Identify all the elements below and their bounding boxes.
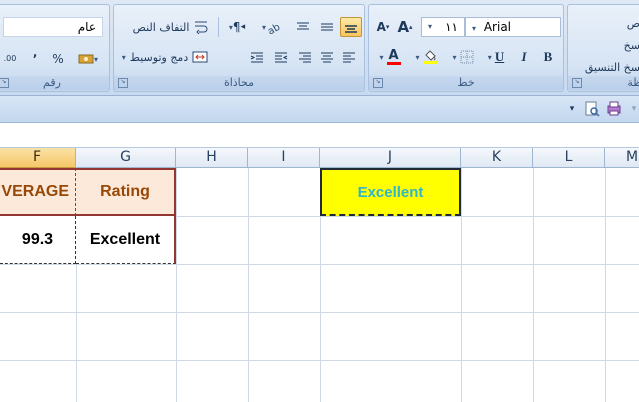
merge-center-label: دمج وتوسيط <box>129 50 189 64</box>
text-direction-button[interactable]: ▾ ¶ ◂ <box>222 17 252 37</box>
number-format-select[interactable]: عام <box>3 17 103 37</box>
grid-hline <box>0 312 639 313</box>
number-dialog-launcher[interactable]: ↘ <box>0 78 9 88</box>
borders-button[interactable]: ▾ <box>447 47 479 67</box>
alignment-group: التفاف النص ▾ ¶ ◂ ▾ ab دمج وتوسيط ▾ محاذ… <box>113 4 365 92</box>
font-name-value: Arial <box>483 20 512 34</box>
wrap-text-button[interactable]: التفاف النص <box>130 17 212 37</box>
decrease-indent-button[interactable] <box>270 47 292 67</box>
svg-text:ab: ab <box>266 22 282 34</box>
font-name-dropdown-icon[interactable]: ▾ <box>472 24 476 33</box>
orientation-button[interactable]: ▾ ab <box>256 17 288 37</box>
formula-bar[interactable] <box>0 123 639 148</box>
accounting-format-icon[interactable]: ▾ <box>77 49 99 69</box>
column-header-j[interactable]: J <box>320 148 461 168</box>
align-top-button[interactable] <box>292 17 314 37</box>
wrap-text-label: التفاف النص <box>132 20 190 34</box>
align-middle-button[interactable] <box>316 17 338 37</box>
grid-vline <box>605 168 606 402</box>
bold-button[interactable]: B <box>537 47 559 67</box>
grid-vline <box>461 168 462 402</box>
font-size-select[interactable]: ▾ ١١ <box>421 17 465 37</box>
quick-print-icon[interactable] <box>604 99 624 119</box>
fill-color-swatch <box>422 61 437 64</box>
clipboard-group: ص سخ سخ التنسيق ظة ↘ <box>567 4 639 92</box>
decrease-decimal-label: .00 <box>3 54 17 63</box>
column-header-k[interactable]: K <box>461 148 533 168</box>
alignment-dialog-launcher[interactable]: ↘ <box>118 78 128 88</box>
font-color-swatch <box>386 61 401 65</box>
font-group-label: خط <box>369 76 563 90</box>
cell-j-value[interactable]: Excellent <box>320 168 461 216</box>
column-header-i[interactable]: I <box>248 148 320 168</box>
ribbon: عام ▾ % ٬ .00 رقم ↘ التفاف النص ▾ ¶ ◂ ▾ ab <box>0 0 639 96</box>
cell-g-header[interactable]: Rating <box>76 168 176 216</box>
number-group-label: رقم <box>0 76 109 90</box>
underline-label: U <box>494 49 505 64</box>
cell-f-header[interactable]: VERAGE <box>0 168 76 216</box>
align-center-button[interactable] <box>316 47 338 67</box>
fill-color-button[interactable]: ▾ <box>409 47 443 67</box>
cut-button[interactable]: ص <box>568 13 639 33</box>
font-color-dropdown-icon[interactable]: ▾ <box>379 53 383 62</box>
column-header-l[interactable]: L <box>533 148 605 168</box>
grow-font-label: A <box>376 20 386 34</box>
clipboard-group-label-text: ظة <box>627 76 639 89</box>
percent-style-button[interactable]: % <box>47 49 69 69</box>
align-left-button[interactable] <box>338 47 360 67</box>
clipboard-dialog-launcher[interactable]: ↘ <box>572 78 582 88</box>
copy-button[interactable]: سخ <box>568 35 639 55</box>
align-right-button[interactable] <box>294 47 316 67</box>
font-color-button[interactable]: ▾ A <box>373 47 407 67</box>
shrink-font-button[interactable]: A ▴ <box>395 17 415 37</box>
italic-button[interactable]: I <box>513 47 535 67</box>
toolbar-overflow-icon[interactable]: ▾ <box>624 99 639 119</box>
grid-hline <box>0 360 639 361</box>
orientation-icon: ab <box>266 22 282 34</box>
font-size-dropdown-icon[interactable]: ▾ <box>428 18 432 36</box>
borders-icon <box>460 50 473 64</box>
column-header-g[interactable]: G <box>76 148 176 168</box>
grow-font-button[interactable]: A ▾ <box>373 17 393 37</box>
column-header-m[interactable]: M <box>605 148 639 168</box>
font-color-label: A <box>388 47 399 63</box>
quick-access-toolbar: ▾ ▾ <box>0 96 639 123</box>
alignment-group-label: محاذاة <box>114 76 364 90</box>
increase-indent-button[interactable] <box>246 47 268 67</box>
font-size-value: ١١ <box>445 20 458 34</box>
font-group: A ▾ A ▴ ▾ ١١ ▾ Arial ▾ A ▾ ▾ ▾ U I B خط … <box>368 4 564 92</box>
wrap-text-icon <box>195 21 208 34</box>
cell-g-value[interactable]: Excellent <box>76 216 176 264</box>
quick-access-dropdown-icon[interactable]: ▾ <box>562 99 582 119</box>
grid-vline <box>248 168 249 402</box>
column-header-f[interactable]: F <box>0 148 76 168</box>
grid-vline <box>533 168 534 402</box>
font-dialog-launcher[interactable]: ↘ <box>373 78 383 88</box>
align-bottom-button[interactable] <box>340 17 362 37</box>
grid-hline <box>0 264 639 265</box>
grid-vline <box>176 168 177 402</box>
comma-style-button[interactable]: ٬ <box>25 49 45 69</box>
merge-center-button[interactable]: دمج وتوسيط ▾ <box>118 47 212 67</box>
merge-icon <box>192 51 208 63</box>
font-name-select[interactable]: ▾ Arial <box>465 17 561 37</box>
cell-f-value[interactable]: 99.3 <box>0 216 76 264</box>
print-preview-icon[interactable] <box>582 99 602 119</box>
column-header-h[interactable]: H <box>176 148 248 168</box>
shrink-font-label: A <box>397 18 410 36</box>
number-group: عام ▾ % ٬ .00 رقم ↘ <box>0 4 110 92</box>
underline-button[interactable]: ▾ U <box>481 47 511 67</box>
decrease-decimal-button[interactable]: .00 <box>0 49 21 69</box>
format-painter-button[interactable]: سخ التنسيق <box>568 57 639 77</box>
paint-bucket-icon <box>424 50 436 61</box>
